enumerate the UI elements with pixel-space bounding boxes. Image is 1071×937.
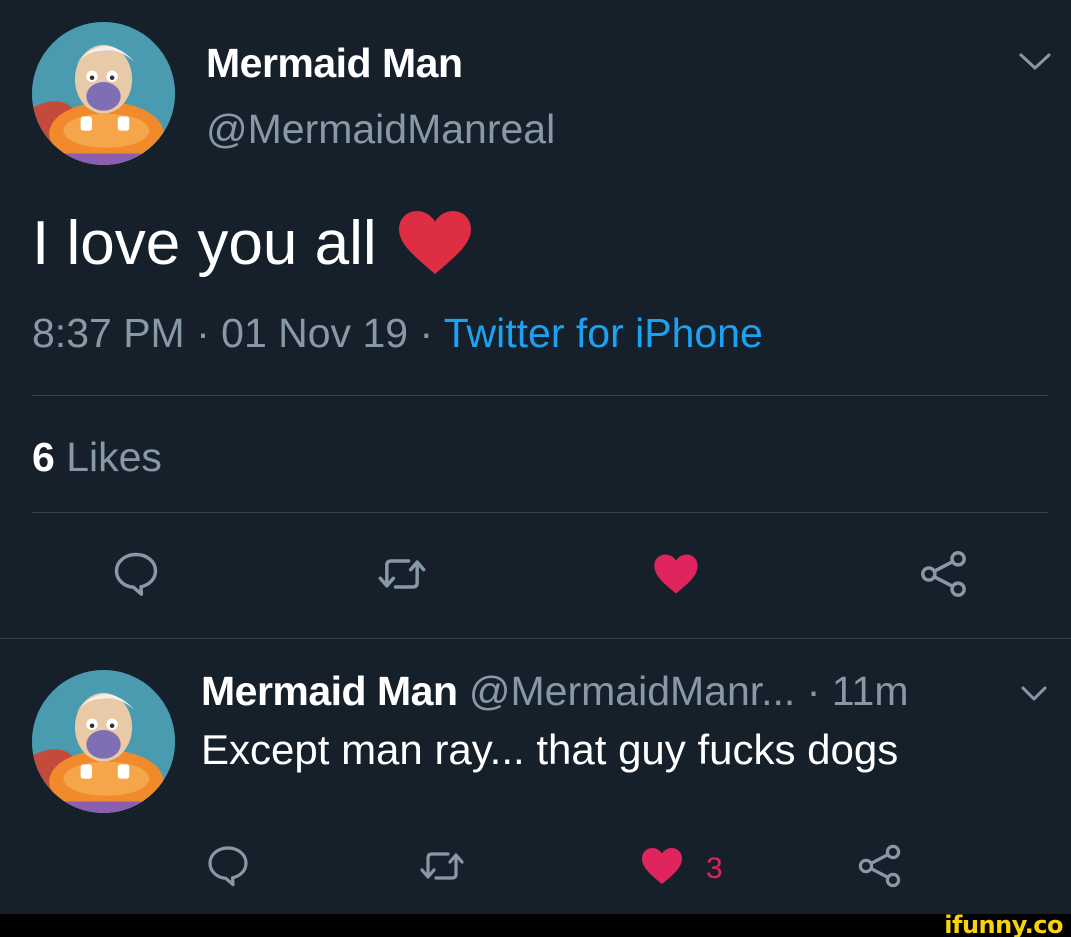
watermark-bar (0, 914, 1071, 937)
tweet-text-content: I love you all (32, 209, 377, 278)
likes-label: Likes (66, 434, 162, 480)
reply-icon[interactable] (204, 842, 252, 890)
tweet-source-link[interactable]: Twitter for iPhone (444, 310, 763, 356)
author-handle[interactable]: @MermaidManreal (206, 106, 555, 153)
retweet-icon[interactable] (418, 842, 466, 890)
reply-text: Except man ray... that guy fucks dogs (201, 726, 899, 773)
ifunny-watermark: ifunny.co (944, 911, 1063, 937)
likes-count: 6 (32, 434, 55, 480)
red-heart-emoji (398, 210, 471, 277)
divider (32, 395, 1048, 396)
tweet-time: 8:37 PM (32, 310, 185, 356)
divider (0, 638, 1071, 639)
reply-author-avatar[interactable] (32, 670, 175, 813)
tweet-meta: 8:37 PM · 01 Nov 19 · Twitter for iPhone (32, 310, 763, 357)
reply-header: Mermaid Man @MermaidManr... · 11m (201, 668, 909, 715)
retweet-icon[interactable] (376, 548, 428, 600)
reply-like-count: 3 (706, 852, 723, 885)
reply-author-handle[interactable]: @MermaidManr... (469, 668, 795, 714)
reply-age: · 11m (806, 668, 909, 714)
tweet-text: I love you all (32, 208, 471, 279)
meta-separator: · (184, 310, 222, 356)
tweet-date: 01 Nov 19 (221, 310, 409, 356)
heart-icon[interactable] (638, 842, 686, 890)
chevron-down-icon[interactable] (1018, 50, 1052, 74)
reply-icon[interactable] (110, 548, 162, 600)
reply-author-name[interactable]: Mermaid Man (201, 668, 458, 714)
chevron-down-icon[interactable] (1020, 684, 1048, 704)
divider (32, 512, 1048, 513)
share-icon[interactable] (918, 548, 970, 600)
mermaid-man-avatar-image (32, 22, 175, 165)
meta-separator: · (408, 310, 444, 356)
mermaid-man-avatar-image (32, 670, 175, 813)
likes-summary[interactable]: 6 Likes (32, 434, 162, 481)
author-name[interactable]: Mermaid Man (206, 40, 463, 87)
heart-icon[interactable] (650, 548, 702, 600)
share-icon[interactable] (856, 842, 904, 890)
author-avatar[interactable] (32, 22, 175, 165)
